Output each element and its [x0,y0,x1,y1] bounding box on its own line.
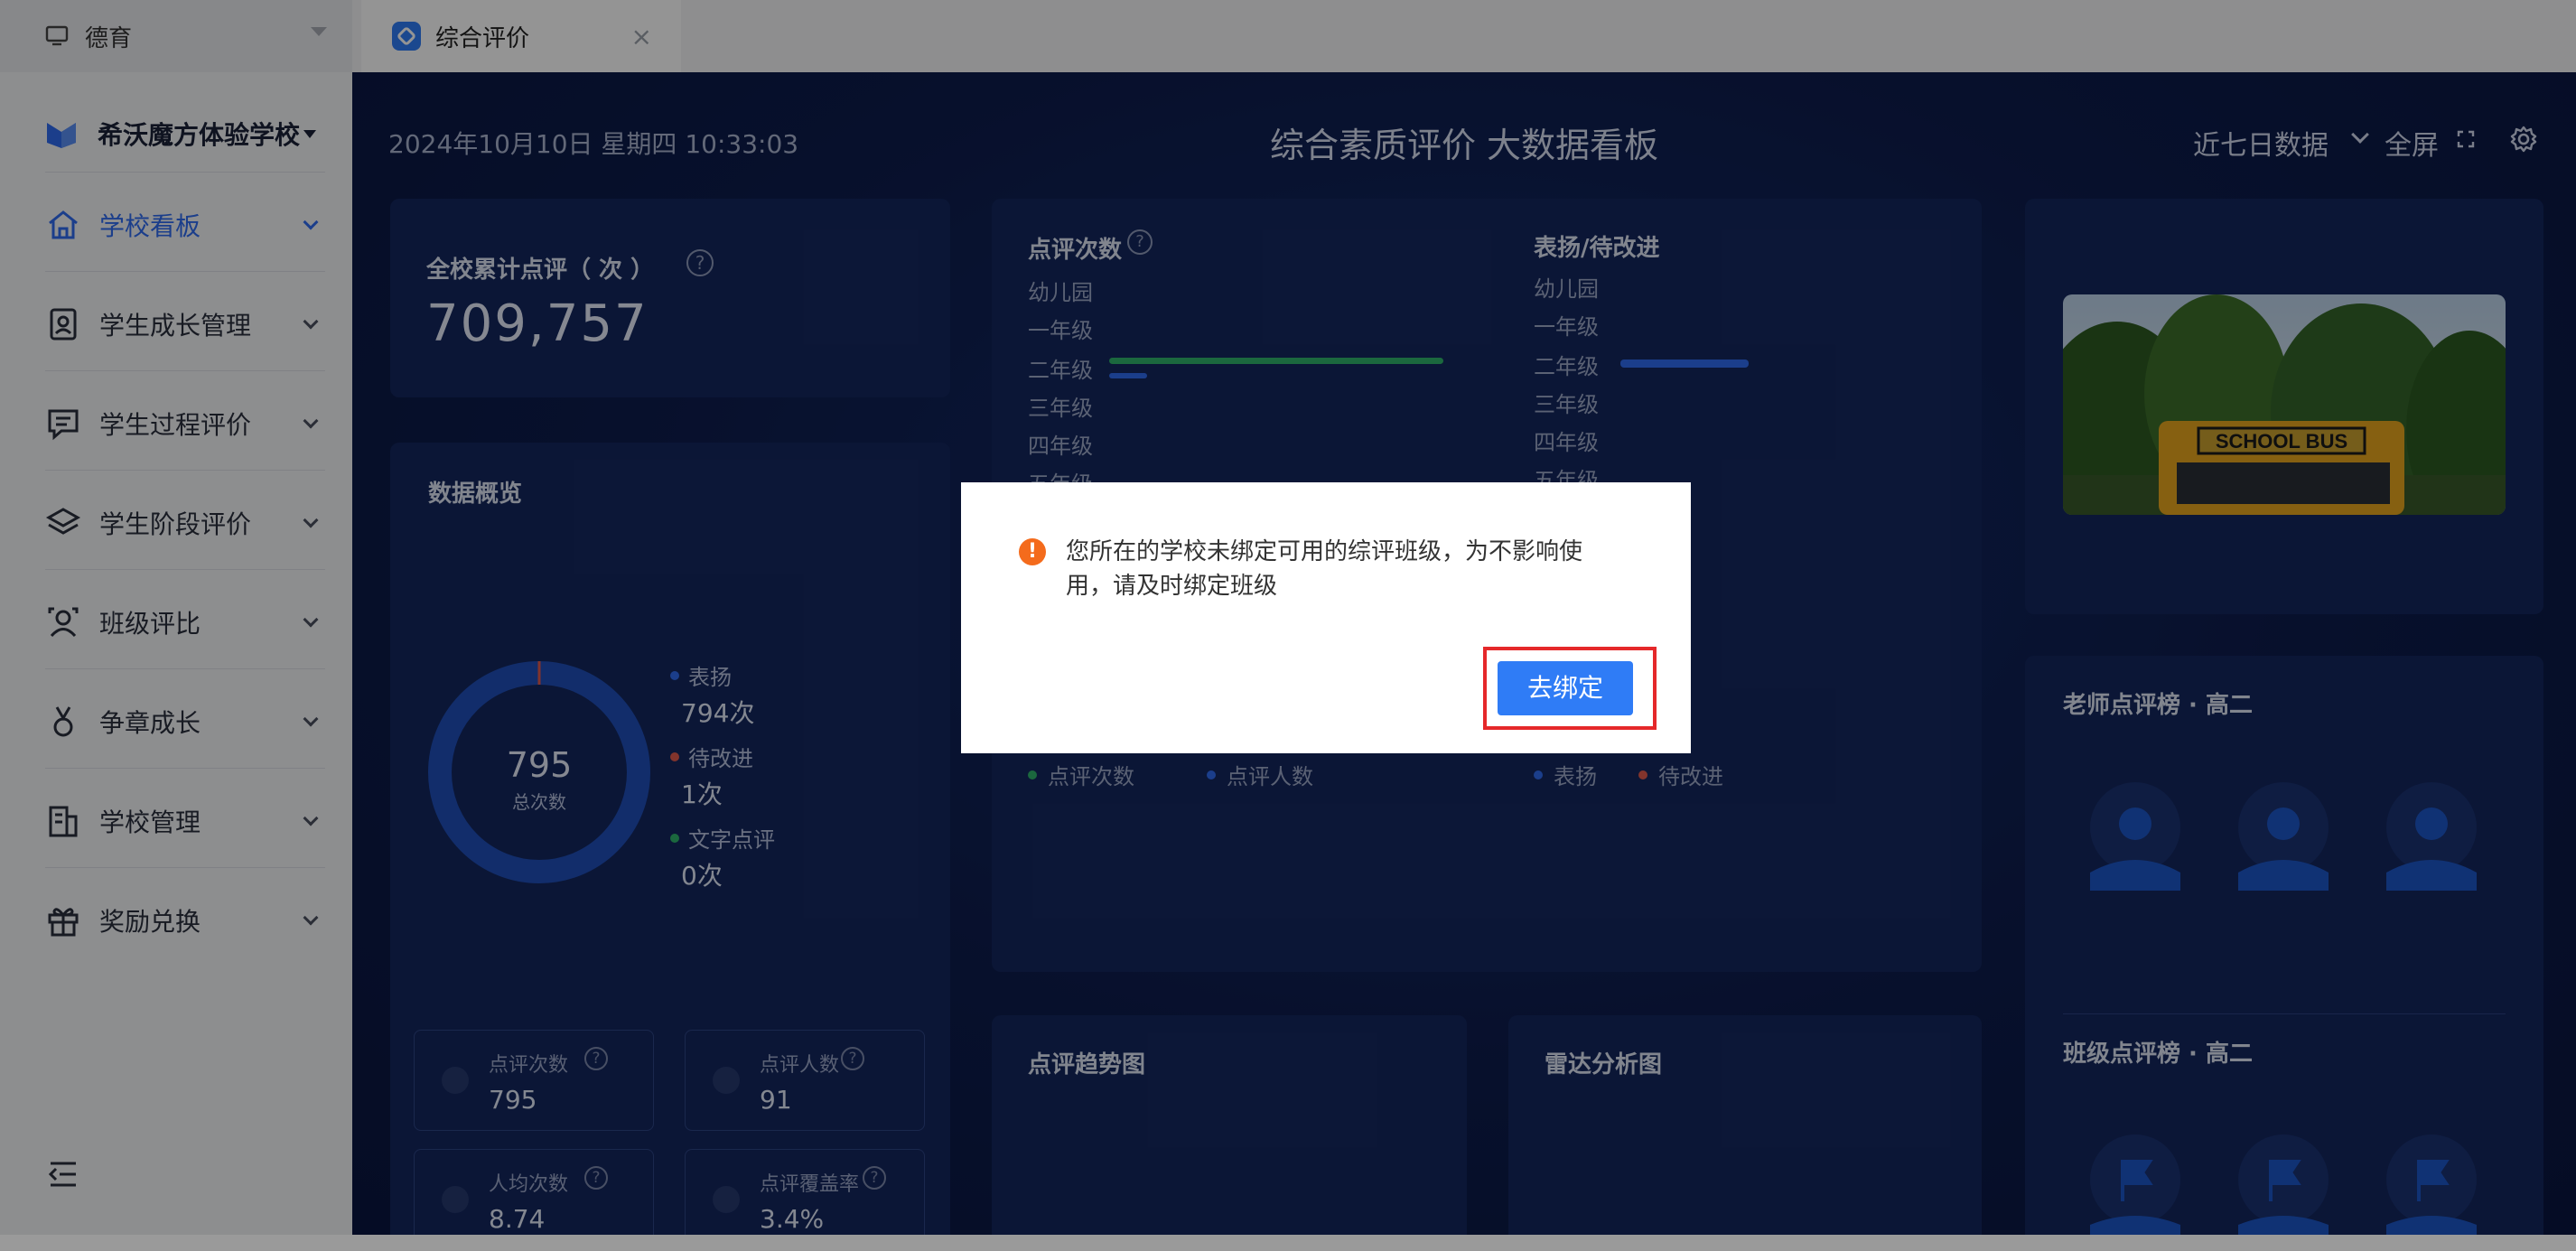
warning-icon: ! [1019,538,1046,565]
bottom-scrollbar [0,1235,2576,1251]
bind-class-dialog: ! 您所在的学校未绑定可用的综评班级，为不影响使用，请及时绑定班级 去绑定 [961,482,1691,753]
dialog-message: 您所在的学校未绑定可用的综评班级，为不影响使用，请及时绑定班级 [1066,538,1583,600]
highlight-box: 去绑定 [1483,647,1657,730]
bind-class-button[interactable]: 去绑定 [1498,661,1633,715]
